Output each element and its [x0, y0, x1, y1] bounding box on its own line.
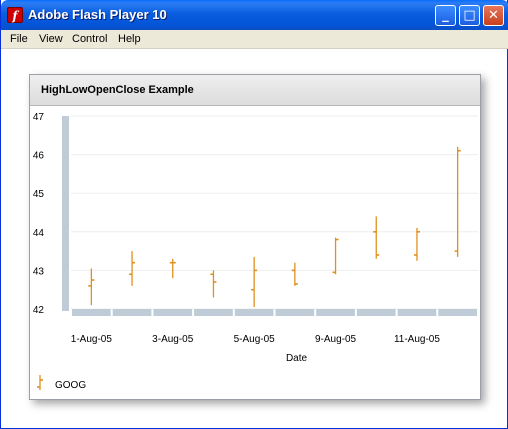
x-axis-segment	[356, 309, 396, 316]
menu-bar: File View Control Help	[1, 30, 508, 49]
x-axis-segment	[153, 309, 193, 316]
chart-panel: HighLowOpenClose Example 42 43 44 45 46 47 1-A…	[29, 74, 481, 400]
x-tick-label: 3-Aug-05	[152, 334, 194, 345]
x-tick-label: 11-Aug-05	[394, 334, 440, 345]
x-axis-segment	[72, 309, 111, 316]
menu-help[interactable]: Help	[118, 33, 141, 45]
x-axis-segment	[234, 309, 274, 316]
y-tick-label: 47	[33, 112, 45, 123]
menu-view[interactable]: View	[39, 33, 63, 45]
x-axis-segment	[438, 309, 477, 316]
x-tick-label: 1-Aug-05	[71, 334, 113, 345]
x-tick-label: 9-Aug-05	[315, 334, 357, 345]
maximize-button[interactable]: □	[459, 5, 480, 26]
flash-player-window: f Adobe Flash Player 10 _ □ ✕ File View …	[0, 0, 508, 429]
x-tick-label: 5-Aug-05	[234, 334, 276, 345]
close-button[interactable]: ✕	[483, 5, 504, 26]
x-axis-title: Date	[286, 353, 308, 364]
panel-title: HighLowOpenClose Example	[41, 84, 194, 96]
minimize-button[interactable]: _	[435, 5, 456, 26]
panel-header: HighLowOpenClose Example	[30, 75, 480, 106]
y-tick-label: 46	[33, 151, 45, 162]
legend-label: GOOG	[55, 380, 86, 391]
hloc-chart: 42 43 44 45 46 47 1-Aug-05 3-Aug-05 5-Aug-05 9-Au…	[33, 112, 478, 391]
flash-player-icon: f	[7, 7, 23, 23]
menu-file[interactable]: File	[10, 33, 28, 45]
y-tick-label: 44	[33, 228, 45, 239]
title-bar[interactable]: f Adobe Flash Player 10 _ □ ✕	[1, 0, 508, 30]
y-tick-label: 42	[33, 305, 45, 316]
window-title: Adobe Flash Player 10	[28, 7, 167, 22]
y-axis-bar	[62, 116, 69, 311]
y-tick-label: 45	[33, 189, 45, 200]
y-tick-label: 43	[33, 266, 45, 277]
x-axis-segment	[316, 309, 355, 316]
x-axis-segment	[275, 309, 315, 316]
menu-control[interactable]: Control	[72, 33, 107, 45]
x-axis-segment	[194, 309, 233, 316]
x-axis-segment	[112, 309, 152, 316]
x-axis-segment	[397, 309, 437, 316]
